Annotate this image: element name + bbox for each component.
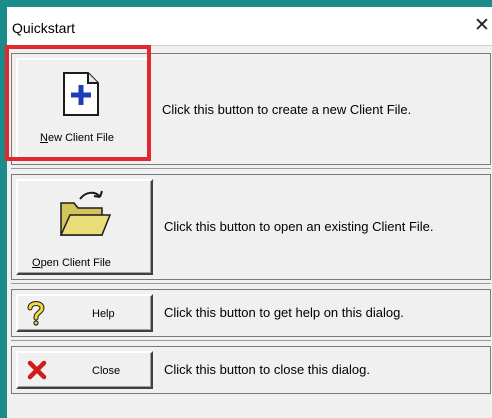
open-client-file-button[interactable]: Open Client File [16,179,153,275]
question-mark-icon [27,301,45,326]
help-button[interactable]: Help [16,294,153,332]
divider [11,168,491,169]
dialog-title: Quickstart [12,20,76,36]
title-bar: Quickstart ✕ [7,7,492,45]
dialog-content: New Client File Click this button to cre… [7,45,492,418]
help-label: Help [92,308,115,320]
new-document-icon [63,72,99,116]
new-client-file-button[interactable]: New Client File [16,58,151,160]
open-client-file-label: Open Client File [32,257,111,269]
help-row: Help Click this button to get help on th… [11,289,491,337]
close-label: Close [92,365,121,377]
open-client-file-description: Click this button to open an existing Cl… [164,219,434,234]
divider [11,283,491,284]
help-description: Click this button to get help on this di… [164,305,404,320]
red-x-icon [27,360,47,380]
close-row: Close Click this button to close this di… [11,346,491,394]
new-client-file-label: New Client File [40,132,114,144]
new-client-file-row: New Client File Click this button to cre… [11,53,491,165]
close-button[interactable]: Close [16,351,153,389]
open-folder-icon [59,190,112,236]
open-client-file-row: Open Client File Click this button to op… [11,174,491,280]
close-window-button[interactable]: ✕ [473,15,491,37]
divider [11,340,491,341]
close-description: Click this button to close this dialog. [164,362,370,377]
new-client-file-description: Click this button to create a new Client… [162,102,412,117]
quickstart-dialog: Quickstart ✕ New Client File Click this … [7,7,492,418]
